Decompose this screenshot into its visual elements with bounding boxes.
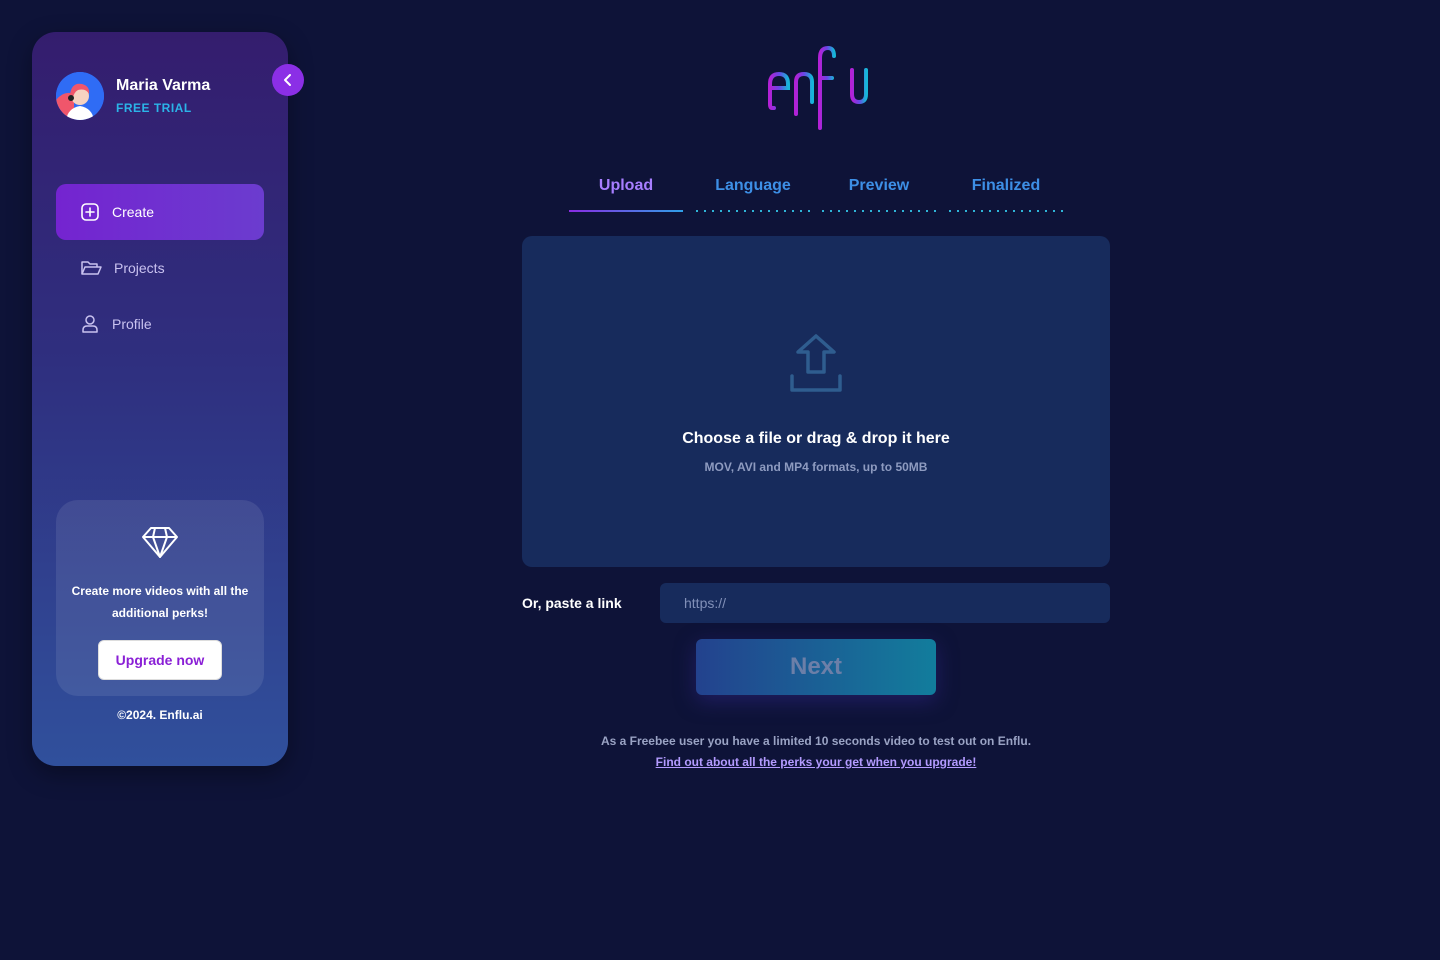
tab-preview[interactable]: Preview — [822, 168, 936, 214]
diamond-icon — [142, 527, 178, 558]
enflu-logo — [748, 44, 884, 139]
step-indicator — [949, 210, 1063, 212]
upgrade-perks-link[interactable]: Find out about all the perks your get wh… — [0, 755, 1440, 769]
folder-open-icon — [81, 261, 102, 275]
link-label: Or, paste a link — [522, 595, 622, 611]
sidebar-item-create[interactable]: Create — [56, 184, 264, 240]
sidebar: Maria Varma FREE TRIAL Create Projects P… — [32, 32, 288, 766]
plus-square-icon — [81, 203, 99, 221]
tab-finalized[interactable]: Finalized — [949, 168, 1063, 214]
progress-steps: Upload Language Preview Finalized — [568, 168, 1068, 216]
file-dropzone[interactable]: Choose a file or drag & drop it here MOV… — [522, 236, 1110, 567]
chevron-left-icon — [284, 74, 291, 86]
upgrade-promo-card: Create more videos with all the addition… — [56, 500, 264, 696]
next-button[interactable]: Next — [696, 639, 936, 695]
freebee-note: As a Freebee user you have a limited 10 … — [600, 734, 1032, 748]
step-label: Language — [715, 177, 791, 194]
tab-upload[interactable]: Upload — [569, 168, 683, 214]
dropzone-subtitle: MOV, AVI and MP4 formats, up to 50MB — [704, 460, 928, 474]
copyright: ©2024. Enflu.ai — [117, 708, 203, 722]
step-indicator — [822, 210, 936, 212]
sidebar-nav: Create Projects Profile — [56, 184, 264, 352]
step-indicator — [569, 210, 683, 212]
upload-icon — [790, 334, 842, 392]
dropzone-title: Choose a file or drag & drop it here — [682, 430, 950, 447]
upgrade-now-button[interactable]: Upgrade now — [98, 640, 222, 680]
collapse-sidebar-button[interactable] — [272, 64, 304, 96]
sidebar-item-profile[interactable]: Profile — [56, 296, 264, 352]
step-label: Upload — [598, 177, 654, 194]
user-icon — [82, 315, 98, 333]
avatar — [56, 72, 104, 120]
plan-badge: FREE TRIAL — [116, 101, 192, 115]
tab-language[interactable]: Language — [696, 168, 810, 214]
link-input[interactable] — [660, 583, 1110, 623]
step-label: Preview — [848, 177, 910, 194]
sidebar-item-label: Profile — [112, 316, 152, 332]
sidebar-item-label: Create — [112, 204, 155, 220]
user-name: Maria Varma — [116, 77, 211, 94]
step-label: Finalized — [971, 177, 1041, 194]
promo-text: Create more videos with all the addition… — [71, 584, 249, 620]
user-profile[interactable]: Maria Varma FREE TRIAL — [56, 72, 210, 120]
sidebar-item-projects[interactable]: Projects — [56, 240, 264, 296]
sidebar-item-label: Projects — [114, 260, 165, 276]
step-indicator — [696, 210, 810, 212]
